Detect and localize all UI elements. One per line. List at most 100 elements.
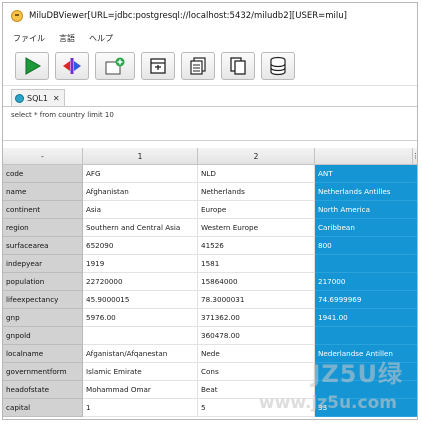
table-cell[interactable]: Afganistan/Afqanestan (83, 345, 198, 363)
row-header[interactable]: capital (3, 399, 83, 417)
menu-help[interactable]: ヘルプ (89, 33, 113, 44)
window-title: MiluDBViewer[URL=jdbc:postgresql://local… (29, 11, 347, 21)
sql-editor[interactable]: select * from country limit 10 (3, 107, 417, 141)
table-cell[interactable]: Europe (198, 201, 315, 219)
table-cell[interactable]: North America (315, 201, 413, 219)
row-header[interactable]: name (3, 183, 83, 201)
close-icon[interactable]: ✕ (53, 94, 60, 103)
table-cell[interactable] (315, 327, 413, 345)
table-cell[interactable]: Netherlands Antilles (315, 183, 413, 201)
table-cell-pad (413, 255, 417, 273)
table-cell-pad (413, 183, 417, 201)
row-header[interactable]: headofstate (3, 381, 83, 399)
row-header[interactable]: continent (3, 201, 83, 219)
toolbar (3, 47, 417, 86)
connect-button[interactable] (55, 52, 89, 80)
table-cell-pad (413, 309, 417, 327)
row-header[interactable]: surfacearea (3, 237, 83, 255)
row-header[interactable]: indepyear (3, 255, 83, 273)
table-cell[interactable] (315, 255, 413, 273)
table-row: gnpold 360478.00 (3, 327, 417, 345)
row-header[interactable]: governmentform (3, 363, 83, 381)
table-cell[interactable]: 1581 (198, 255, 315, 273)
table-cell-pad (413, 219, 417, 237)
table-cell[interactable]: 360478.00 (198, 327, 315, 345)
table-cell[interactable]: NLD (198, 165, 315, 183)
table-cell[interactable]: 33 (315, 399, 413, 417)
new-tab-button[interactable] (95, 52, 135, 80)
table-cell[interactable]: Southern and Central Asia (83, 219, 198, 237)
table-cell[interactable]: 5 (198, 399, 315, 417)
result-grid: - 1 2 ⋮ codeAFGNLDANTnameAfghanistanNeth… (3, 148, 417, 419)
table-cell[interactable]: 41526 (198, 237, 315, 255)
table-row: region Southern and Central Asia Western E… (3, 219, 417, 237)
database-button[interactable] (261, 52, 295, 80)
table-cell[interactable]: 78.3000031 (198, 291, 315, 309)
table-cell[interactable] (315, 363, 413, 381)
title-bar: MiluDBViewer[URL=jdbc:postgresql://local… (3, 3, 417, 29)
column-header-index[interactable]: - (3, 148, 83, 165)
row-header[interactable]: region (3, 219, 83, 237)
document-button[interactable] (181, 52, 215, 80)
table-cell[interactable]: Islamic Emirate (83, 363, 198, 381)
table-cell[interactable]: AFG (83, 165, 198, 183)
run-button[interactable] (15, 52, 49, 80)
table-cell[interactable]: Mohammad Omar (83, 381, 198, 399)
document-icon (190, 57, 206, 75)
copy-button[interactable] (221, 52, 255, 80)
row-header[interactable]: gnpold (3, 327, 83, 345)
row-header[interactable]: gnp (3, 309, 83, 327)
table-cell[interactable]: 45.9000015 (83, 291, 198, 309)
column-header-3[interactable] (315, 148, 413, 165)
table-cell[interactable]: 1 (83, 399, 198, 417)
table-cell[interactable]: Afghanistan (83, 183, 198, 201)
menu-language[interactable]: 言語 (59, 33, 75, 44)
column-overflow-icon[interactable]: ⋮ (412, 148, 417, 165)
table-cell[interactable]: 217000 (315, 273, 413, 291)
table-cell[interactable]: 1941.00 (315, 309, 413, 327)
run-icon (25, 57, 41, 75)
table-cell[interactable] (83, 327, 198, 345)
copy-icon (230, 57, 246, 75)
table-row: indepyear 1919 1581 (3, 255, 417, 273)
table-cell[interactable]: Western Europe (198, 219, 315, 237)
table-cell[interactable]: 74.6999969 (315, 291, 413, 309)
table-cell[interactable]: 652090 (83, 237, 198, 255)
table-row: code AFG NLD ANT (3, 165, 417, 183)
table-cell-pad (413, 201, 417, 219)
table-row: headofstate Mohammad Omar Beat (3, 381, 417, 399)
row-header[interactable]: lifeexpectancy (3, 291, 83, 309)
table-cell[interactable]: Cons (198, 363, 315, 381)
window-button[interactable] (141, 52, 175, 80)
table-cell[interactable]: 371362.00 (198, 309, 315, 327)
window-icon (150, 58, 166, 74)
new-tab-icon (105, 57, 125, 75)
row-header[interactable]: code (3, 165, 83, 183)
menu-file[interactable]: ファイル (13, 33, 45, 44)
row-header[interactable]: population (3, 273, 83, 291)
table-cell[interactable]: 22720000 (83, 273, 198, 291)
table-cell[interactable]: 800 (315, 237, 413, 255)
table-cell[interactable]: ANT (315, 165, 413, 183)
table-cell[interactable]: Nederlandse Antillen (315, 345, 413, 363)
table-cell-pad (413, 165, 417, 183)
table-row: gnp 5976.00 371362.00 1941.00 (3, 309, 417, 327)
app-window: MiluDBViewer[URL=jdbc:postgresql://local… (2, 2, 418, 420)
table-cell[interactable]: Nede (198, 345, 315, 363)
column-header-1[interactable]: 1 (83, 148, 198, 165)
tab-sql1[interactable]: SQL1 ✕ (11, 89, 65, 106)
table-cell[interactable]: 1919 (83, 255, 198, 273)
table-cell[interactable]: Caribbean (315, 219, 413, 237)
app-logo-icon (11, 10, 23, 22)
table-cell[interactable]: 5976.00 (83, 309, 198, 327)
connect-icon (63, 58, 81, 74)
table-cell[interactable]: Beat (198, 381, 315, 399)
table-row: lifeexpectancy 45.9000015 78.3000031 74.699… (3, 291, 417, 309)
column-header-2[interactable]: 2 (198, 148, 315, 165)
grid-header: - 1 2 ⋮ (3, 148, 417, 165)
table-cell[interactable]: Asia (83, 201, 198, 219)
table-cell[interactable] (315, 381, 413, 399)
table-cell[interactable]: Netherlands (198, 183, 315, 201)
table-cell[interactable]: 15864000 (198, 273, 315, 291)
row-header[interactable]: localname (3, 345, 83, 363)
